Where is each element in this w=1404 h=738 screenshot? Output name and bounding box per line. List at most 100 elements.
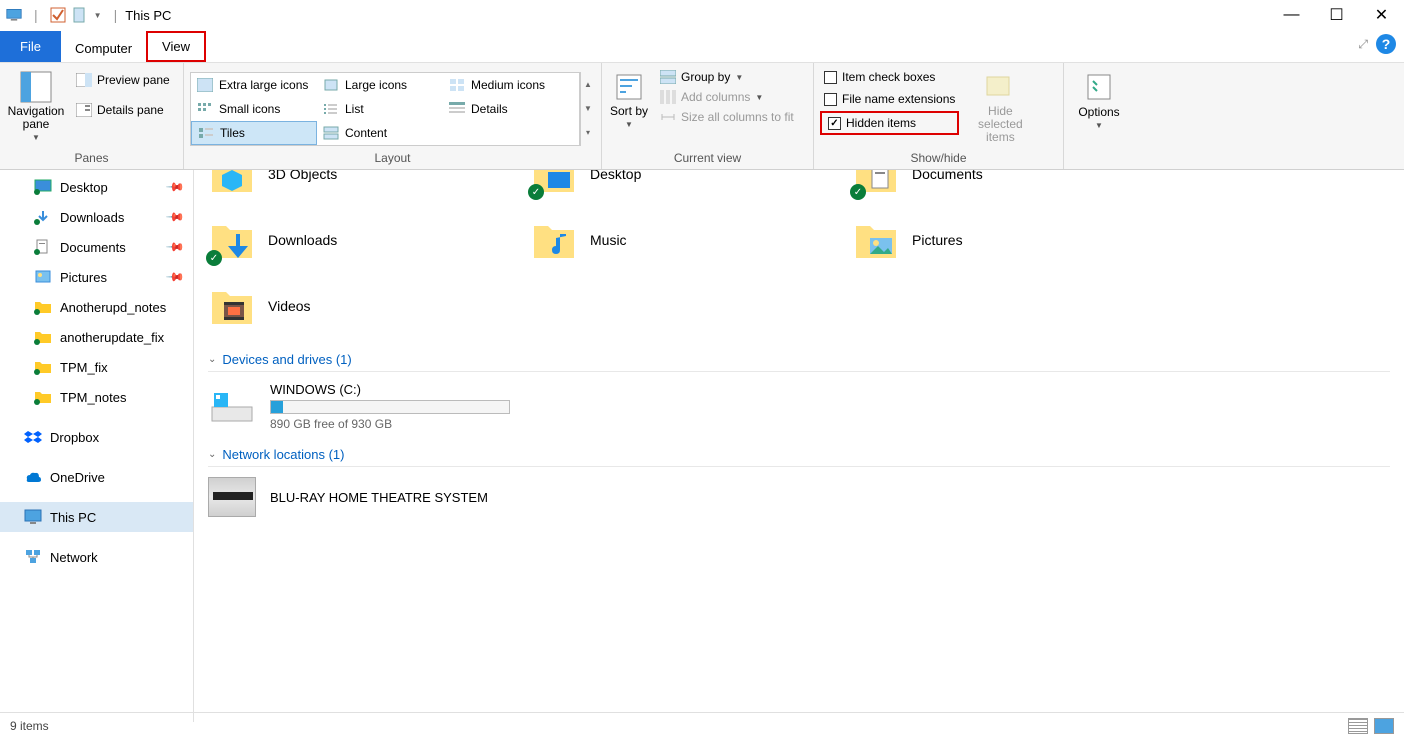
hidden-items-toggle[interactable]: Hidden items: [824, 114, 955, 132]
folder-tile-music[interactable]: Music: [530, 210, 840, 270]
chevron-down-icon: ▼: [1095, 121, 1103, 130]
sidebar-item-onedrive[interactable]: OneDrive: [0, 462, 193, 492]
sidebar-item-downloads[interactable]: Downloads📌: [0, 202, 193, 232]
layout-small-icons[interactable]: Small icons: [191, 97, 317, 121]
section-network-locations[interactable]: ⌄Network locations (1): [208, 443, 1390, 467]
pictures-icon: [34, 269, 52, 285]
bluray-device-icon: [208, 477, 256, 517]
sidebar-item-folder[interactable]: TPM_notes: [0, 382, 193, 412]
content-area: 3D Objects ✓ Desktop ✓ Documents ✓ Downl…: [194, 170, 1404, 722]
maximize-button[interactable]: ☐: [1314, 0, 1359, 30]
folder-tile-3d-objects[interactable]: 3D Objects: [208, 170, 518, 204]
medium-icons-icon: [449, 78, 465, 92]
folder-tile-documents[interactable]: ✓ Documents: [852, 170, 1162, 204]
drive-icon: [208, 387, 256, 427]
sidebar-item-network[interactable]: Network: [0, 542, 193, 572]
layout-label: Small icons: [219, 102, 280, 116]
3d-objects-icon: [208, 170, 256, 198]
pc-icon: [6, 7, 22, 23]
layout-more-button[interactable]: ▾: [581, 120, 595, 144]
layout-list[interactable]: List: [317, 97, 443, 121]
ribbon-group-panes: Navigation pane ▼ Preview pane Details p…: [0, 63, 184, 169]
qat-dropdown[interactable]: ▼: [94, 11, 102, 20]
sync-badge-icon: ✓: [528, 184, 544, 200]
sync-badge-icon: ✓: [206, 250, 222, 266]
layout-extra-large-icons[interactable]: Extra large icons: [191, 73, 317, 97]
navigation-pane-label: Navigation pane: [6, 105, 66, 131]
add-columns-button[interactable]: Add columns▼: [656, 87, 798, 107]
size-columns-button[interactable]: Size all columns to fit: [656, 107, 798, 127]
size-columns-icon: [660, 110, 676, 124]
layout-tiles[interactable]: Tiles: [191, 121, 317, 145]
sidebar-item-label: anotherupdate_fix: [60, 330, 164, 345]
chevron-down-icon: ⌄: [208, 354, 216, 365]
window-title: This PC: [125, 8, 171, 23]
navigation-pane-button[interactable]: Navigation pane ▼: [6, 67, 66, 142]
folder-icon: [34, 389, 52, 405]
folder-tile-pictures[interactable]: Pictures: [852, 210, 1162, 270]
close-button[interactable]: ✕: [1359, 0, 1404, 30]
desktop-icon: [34, 179, 52, 195]
group-label-show-hide: Show/hide: [820, 151, 1057, 169]
small-icons-icon: [197, 102, 213, 116]
this-pc-icon: [24, 509, 42, 525]
layout-medium-icons[interactable]: Medium icons: [443, 73, 569, 97]
sidebar-item-documents[interactable]: Documents📌: [0, 232, 193, 262]
layout-details[interactable]: Details: [443, 97, 569, 121]
tab-view[interactable]: View: [146, 31, 206, 62]
sidebar-item-folder[interactable]: anotherupdate_fix: [0, 322, 193, 352]
sidebar-item-desktop[interactable]: Desktop📌: [0, 172, 193, 202]
sidebar-item-label: TPM_fix: [60, 360, 108, 375]
pin-icon: 📌: [165, 237, 185, 257]
sidebar-item-folder[interactable]: Anotherupd_notes: [0, 292, 193, 322]
tab-computer[interactable]: Computer: [61, 35, 146, 62]
section-devices-and-drives[interactable]: ⌄Devices and drives (1): [208, 348, 1390, 372]
details-pane-button[interactable]: Details pane: [72, 97, 174, 123]
network-tile-bluray[interactable]: BLU-RAY HOME THEATRE SYSTEM: [208, 477, 1390, 517]
sidebar-item-pictures[interactable]: Pictures📌: [0, 262, 193, 292]
sidebar-item-folder[interactable]: TPM_fix: [0, 352, 193, 382]
ribbon-group-layout: Extra large icons Large icons Medium ico…: [184, 63, 602, 169]
pictures-folder-icon: [852, 216, 900, 264]
folder-tile-desktop[interactable]: ✓ Desktop: [530, 170, 840, 204]
pin-icon: 📌: [165, 267, 185, 287]
folder-tile-videos[interactable]: Videos: [208, 276, 518, 336]
sort-by-button[interactable]: Sort by ▼: [608, 67, 650, 129]
tab-file[interactable]: File: [0, 31, 61, 62]
options-button[interactable]: Options ▼: [1070, 67, 1128, 130]
group-by-button[interactable]: Group by▼: [656, 67, 798, 87]
details-pane-label: Details pane: [97, 103, 164, 117]
navigation-pane-icon: [20, 71, 52, 103]
details-view-toggle[interactable]: [1348, 718, 1368, 734]
minimize-ribbon-icon[interactable]: ⤢: [1358, 37, 1368, 52]
folder-tile-downloads[interactable]: ✓ Downloads: [208, 210, 518, 270]
details-icon: [449, 102, 465, 116]
file-name-extensions-toggle[interactable]: File name extensions: [820, 89, 959, 109]
help-icon[interactable]: ?: [1376, 34, 1396, 54]
ribbon-tabs: File Computer View ⤢ ?: [0, 30, 1404, 62]
title-bar: | ▼ | This PC — ☐ ✕: [0, 0, 1404, 30]
layout-up-button[interactable]: ▲: [581, 72, 595, 96]
documents-icon: [34, 239, 52, 255]
drive-tile-c[interactable]: WINDOWS (C:) 890 GB free of 930 GB: [208, 382, 1390, 431]
layout-content[interactable]: Content: [317, 121, 443, 145]
preview-pane-button[interactable]: Preview pane: [72, 67, 174, 93]
tile-label: Downloads: [268, 232, 337, 248]
status-item-count: 9 items: [10, 719, 49, 733]
sidebar-item-dropbox[interactable]: Dropbox: [0, 422, 193, 452]
sort-by-label: Sort by: [610, 105, 648, 118]
layout-down-button[interactable]: ▼: [581, 96, 595, 120]
group-by-icon: [660, 70, 676, 84]
item-check-boxes-toggle[interactable]: Item check boxes: [820, 67, 959, 87]
tiles-view-toggle[interactable]: [1374, 718, 1394, 734]
checkbox-icon[interactable]: [50, 7, 66, 23]
hide-selected-label: Hide selected items: [965, 105, 1035, 145]
layout-large-icons[interactable]: Large icons: [317, 73, 443, 97]
add-columns-icon: [660, 90, 676, 104]
properties-icon[interactable]: [72, 7, 88, 23]
sidebar-item-this-pc[interactable]: This PC: [0, 502, 193, 532]
minimize-button[interactable]: —: [1269, 0, 1314, 30]
hide-selected-button[interactable]: Hide selected items: [965, 67, 1035, 145]
folder-icon: [34, 329, 52, 345]
layout-label: List: [345, 102, 364, 116]
